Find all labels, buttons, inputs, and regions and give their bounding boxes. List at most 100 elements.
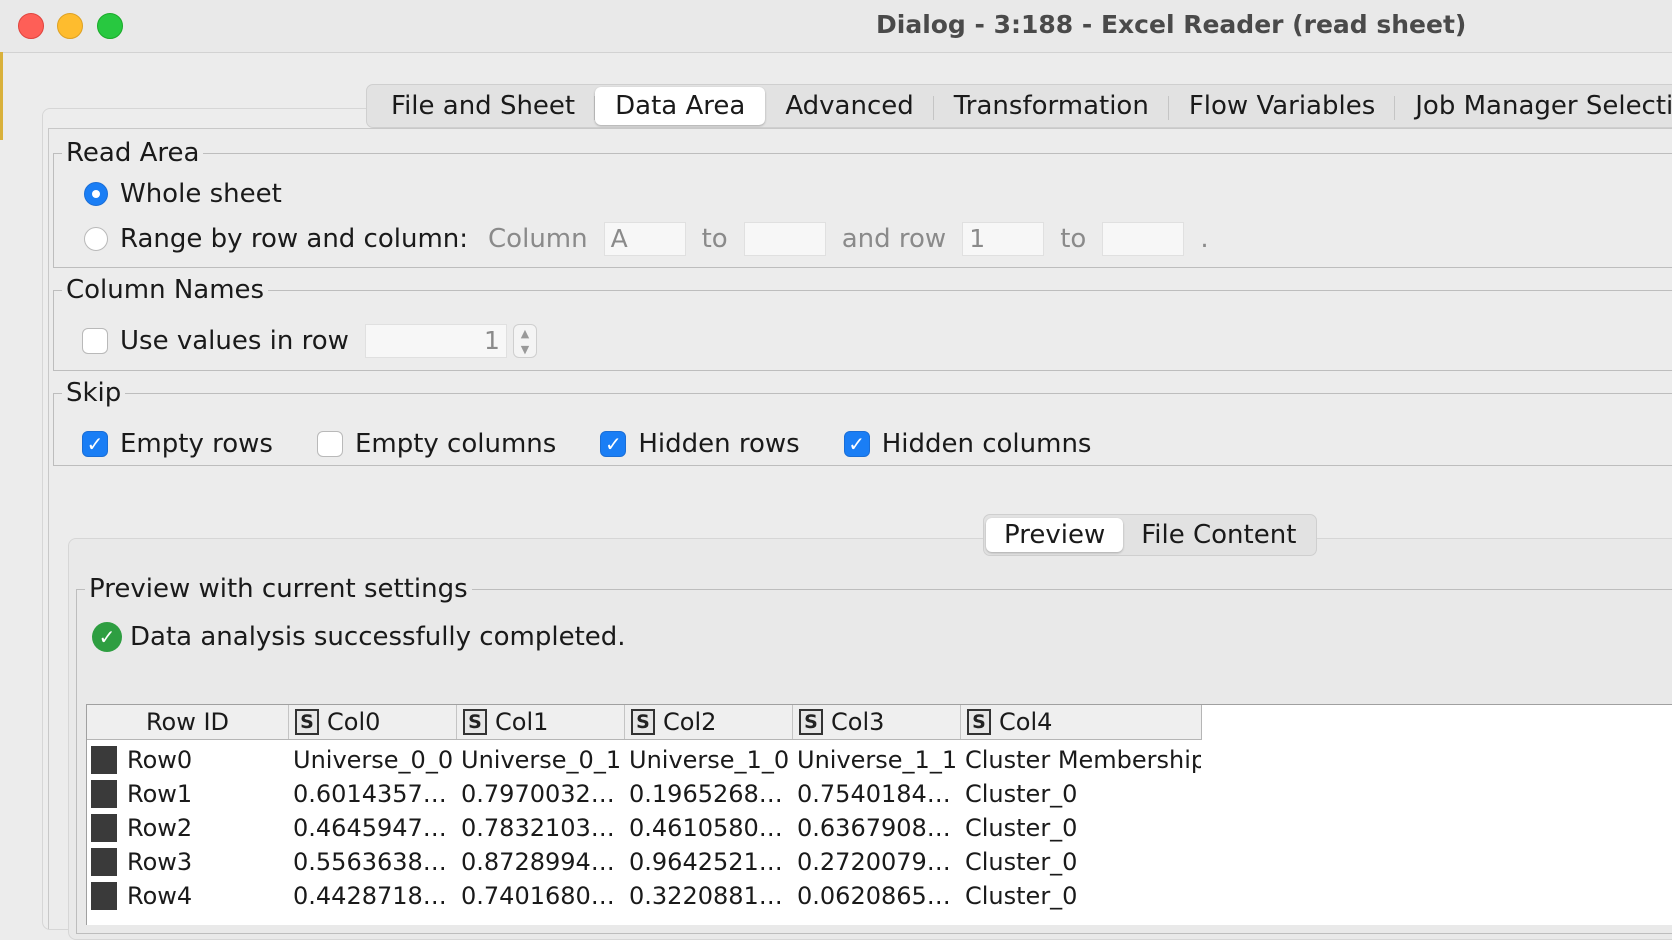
preview-tab-bar: Preview File Content: [983, 514, 1318, 556]
row-id-cell: Row4: [87, 882, 289, 910]
table-cell: 0.5563638…: [293, 848, 447, 876]
string-type-icon: S: [967, 709, 991, 735]
table-cell: Cluster_0: [965, 882, 1078, 910]
row-marker: [91, 848, 117, 876]
table-cell: 0.0620865…: [797, 882, 951, 910]
column-header-col4[interactable]: S Col4: [961, 705, 1201, 739]
string-type-icon: S: [295, 709, 319, 735]
column-header-col0[interactable]: S Col0: [289, 705, 457, 739]
analysis-status: ✓ Data analysis successfully completed.: [92, 620, 626, 654]
range-radio[interactable]: [84, 227, 108, 251]
row-id-cell: Row1: [87, 780, 289, 808]
whole-sheet-label: Whole sheet: [120, 179, 282, 209]
row-to-input[interactable]: [1102, 222, 1185, 256]
analysis-status-text: Data analysis successfully completed.: [130, 622, 626, 652]
empty-rows-label: Empty rows: [120, 429, 273, 459]
range-label: Range by row and column:: [120, 224, 469, 254]
use-values-checkbox[interactable]: [82, 328, 108, 354]
table-cell: Cluster Membership: [965, 746, 1201, 774]
column-header-col3[interactable]: S Col3: [793, 705, 961, 739]
tab-preview[interactable]: Preview: [986, 518, 1124, 552]
chevron-up-icon: ▲: [520, 326, 530, 340]
table-cell: 0.7540184…: [797, 780, 951, 808]
column-header-label: Col0: [327, 708, 381, 736]
row-id: Row2: [127, 814, 193, 842]
row-id-cell: Row2: [87, 814, 289, 842]
empty-rows-checkbox[interactable]: ✓: [82, 431, 108, 457]
window-titlebar: Dialog - 3:188 - Excel Reader (read shee…: [0, 0, 1672, 53]
row-id: Row0: [127, 746, 193, 774]
tab-advanced[interactable]: Advanced: [765, 87, 935, 125]
table-row[interactable]: Row1 0.6014357… 0.7970032… 0.1965268… 0.…: [87, 777, 1201, 811]
empty-columns-checkbox[interactable]: [316, 431, 343, 457]
zoom-window-button[interactable]: [97, 13, 123, 39]
header-row-input[interactable]: 1: [364, 324, 507, 358]
row-marker: [91, 780, 117, 808]
row-marker: [91, 882, 117, 910]
table-row[interactable]: Row0 Universe_0_0 Universe_0_1 Universe_…: [87, 743, 1201, 777]
table-cell: 0.3220881…: [629, 882, 783, 910]
tab-transformation[interactable]: Transformation: [934, 87, 1169, 125]
chevron-down-icon: ▼: [520, 342, 530, 356]
column-names-legend: Column Names: [66, 275, 265, 305]
table-cell: Cluster_0: [965, 848, 1078, 876]
row-marker: [91, 814, 117, 842]
row-marker: [91, 746, 117, 774]
column-from-input[interactable]: A: [603, 222, 686, 256]
table-cell: 0.8728994…: [461, 848, 615, 876]
whole-sheet-radio[interactable]: [84, 182, 108, 206]
table-cell: Universe_1_0: [629, 746, 790, 774]
use-values-row: Use values in row 1 ▲ ▼: [82, 323, 537, 359]
tab-file-and-sheet[interactable]: File and Sheet: [371, 87, 596, 125]
table-cell: 0.4428718…: [293, 882, 447, 910]
table-cell: 0.4610580…: [629, 814, 783, 842]
row-id-header[interactable]: Row ID: [87, 705, 289, 739]
preview-legend: Preview with current settings: [89, 574, 468, 604]
table-row[interactable]: Row2 0.4645947… 0.7832103… 0.4610580… 0.…: [87, 811, 1201, 845]
column-header-label: Col1: [495, 708, 549, 736]
table-cell: 0.6014357…: [293, 780, 447, 808]
column-header-label: Col3: [831, 708, 885, 736]
string-type-icon: S: [799, 709, 823, 735]
table-cell: Universe_0_1: [461, 746, 622, 774]
row-to-label: to: [1060, 224, 1087, 254]
row-id: Row3: [127, 848, 193, 876]
row-id: Row1: [127, 780, 193, 808]
table-cell: 0.9642521…: [629, 848, 783, 876]
tab-data-area[interactable]: Data Area: [595, 87, 766, 125]
success-check-icon: ✓: [92, 622, 122, 652]
use-values-label: Use values in row: [120, 326, 349, 356]
table-cell: 0.7401680…: [461, 882, 615, 910]
table-cell: Cluster_0: [965, 814, 1078, 842]
range-option-row: Range by row and column: Column A to and…: [84, 221, 1209, 257]
column-to-input[interactable]: [743, 222, 826, 256]
tab-file-content[interactable]: File Content: [1123, 518, 1314, 552]
hidden-rows-checkbox[interactable]: ✓: [600, 431, 627, 457]
column-header-col2[interactable]: S Col2: [625, 705, 793, 739]
table-row[interactable]: Row3 0.5563638… 0.8728994… 0.9642521… 0.…: [87, 845, 1201, 879]
row-id-cell: Row3: [87, 848, 289, 876]
string-type-icon: S: [631, 709, 655, 735]
row-from-input[interactable]: 1: [962, 222, 1045, 256]
whole-sheet-option[interactable]: Whole sheet: [84, 177, 282, 211]
table-cell: 0.7970032…: [461, 780, 615, 808]
minimize-window-button[interactable]: [57, 13, 83, 39]
tab-flow-variables[interactable]: Flow Variables: [1169, 87, 1396, 125]
table-cell: 0.1965268…: [629, 780, 783, 808]
table-cell: 0.7832103…: [461, 814, 615, 842]
column-header-col1[interactable]: S Col1: [457, 705, 625, 739]
hidden-columns-checkbox[interactable]: ✓: [843, 431, 870, 457]
table-cell: 0.6367908…: [797, 814, 951, 842]
window-title: Dialog - 3:188 - Excel Reader (read shee…: [876, 10, 1467, 39]
skip-legend: Skip: [66, 378, 122, 408]
tab-job-manager-selection[interactable]: Job Manager Selection: [1395, 87, 1672, 125]
table-cell: Cluster_0: [965, 780, 1078, 808]
table-cell: 0.4645947…: [293, 814, 447, 842]
header-row-stepper[interactable]: ▲ ▼: [512, 324, 537, 358]
row-id-cell: Row0: [87, 746, 289, 774]
preview-table: Row ID S Col0 S Col1 S Col2 S Col3 S Col…: [86, 704, 1672, 925]
hidden-columns-label: Hidden columns: [881, 429, 1092, 459]
range-period: .: [1200, 224, 1209, 254]
table-cell: Universe_0_0: [293, 746, 454, 774]
close-window-button[interactable]: [18, 13, 44, 39]
